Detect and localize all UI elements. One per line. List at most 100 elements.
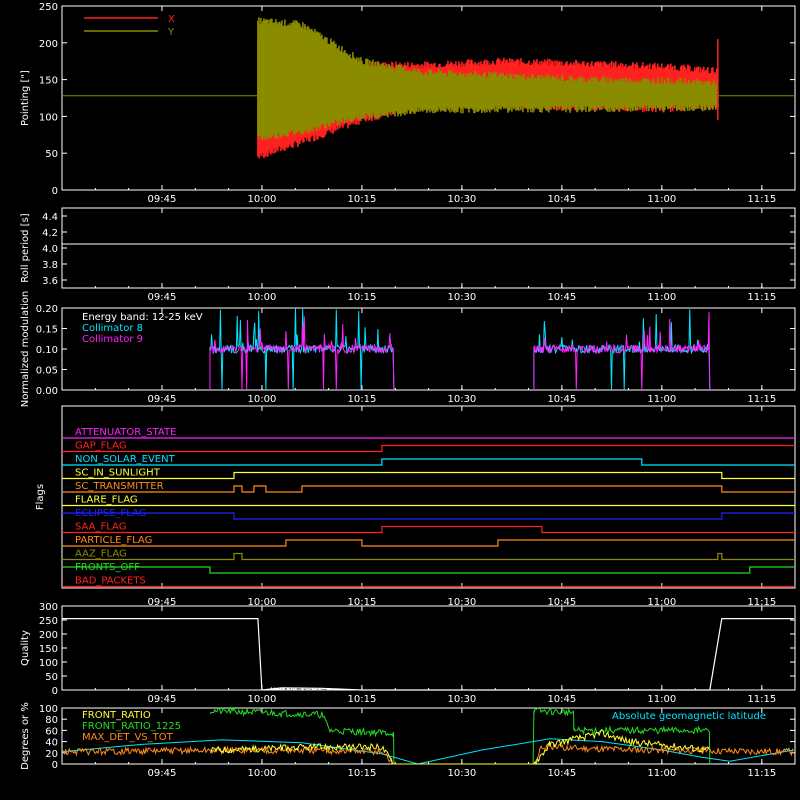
flag-trace [62,525,795,534]
y-tick-label: 50 [45,672,58,683]
y-tick-label: 100 [39,704,58,715]
y-tick-label: 0 [52,186,58,197]
time-tick-label: 11:00 [647,694,676,705]
time-tick-label: 10:45 [547,394,576,405]
legend-label: MAX_DET_VS_TOT [82,732,174,743]
time-tick-label: 11:15 [747,694,776,705]
y-axis-label: Normalized modulation [20,291,31,408]
y-tick-label: 60 [45,726,58,737]
y-tick-label: 40 [45,738,58,749]
time-tick-label: 10:45 [547,768,576,779]
y-tick-label: 4.4 [42,212,58,223]
time-tick-label: 10:30 [447,394,476,405]
time-tick-label: 10:00 [248,394,277,405]
y-tick-label: 0 [52,760,58,771]
y-tick-label: 80 [45,715,58,726]
time-tick-label: 10:15 [348,768,377,779]
y-tick-label: 150 [39,644,58,655]
pointing-panel: 09:45 10:00 10:15 10:30 10:45 11:00 11:15 0 50 10… [20,2,796,205]
flag-trace [62,471,795,480]
y-tick-label: 250 [39,2,58,13]
y-axis-label: Roll period [s] [20,213,31,282]
y-axis-label: Pointing ["] [20,70,31,126]
time-tick-label: 10:00 [248,194,277,205]
time-tick-label: 11:15 [747,768,776,779]
y-tick-label: 0.15 [36,325,58,336]
time-tick-label: 11:15 [747,292,776,303]
time-tick-label: 10:30 [447,768,476,779]
flag-label: NON_SOLAR_EVENT [75,454,176,465]
legend-label: X [168,14,175,25]
time-tick-label: 11:00 [647,194,676,205]
legend-label: Collimator 8 [82,323,143,334]
time-tick-label: 09:45 [148,394,177,405]
flag-label: ATTENUATOR_STATE [75,427,176,438]
y-tick-label: 4.2 [42,228,58,239]
flag-label: SC_TRANSMITTER [75,481,164,492]
legend-label: FRONT_RATIO [82,710,151,721]
time-tick-label: 10:45 [547,194,576,205]
flag-trace [62,552,795,561]
flag-label: GAP_FLAG [75,441,127,452]
flags-panel: 09:45 10:00 10:15 10:30 10:45 11:00 11:15Flags… [35,405,796,608]
roll-period-panel: 09:45 10:00 10:15 10:30 10:45 11:00 11:15 3.6 3.… [20,207,796,303]
time-tick-label: 09:45 [148,194,177,205]
time-tick-label: 10:00 [248,292,277,303]
legend-label: FRONT_RATIO_1225 [82,721,181,732]
time-tick-label: 10:30 [447,694,476,705]
time-tick-label: 10:00 [248,768,277,779]
time-tick-label: 10:15 [348,194,377,205]
time-tick-label: 09:45 [148,768,177,779]
time-tick-label: 10:30 [447,292,476,303]
collimator-8-line [209,307,395,391]
y-tick-label: 100 [39,658,58,669]
legend-label: Y [167,27,175,38]
flag-trace [62,485,795,493]
flag-trace [62,444,795,453]
y-tick-label: 4.0 [42,244,58,255]
flag-label: PARTICLE_FLAG [75,535,152,546]
y-tick-label: 150 [39,76,58,87]
time-tick-label: 10:45 [547,694,576,705]
time-tick-label: 10:00 [248,694,277,705]
y-tick-label: 0 [52,686,58,697]
time-tick-label: 11:15 [747,194,776,205]
y-tick-label: 3.8 [42,260,58,271]
y-tick-label: 0.20 [36,304,58,315]
y-tick-label: 100 [39,112,58,123]
time-tick-label: 10:15 [348,394,377,405]
legend-label: Absolute geomagnetic latitude [612,711,766,722]
y-tick-label: 0.05 [36,366,58,377]
y-tick-label: 50 [45,149,58,160]
quality-panel: 09:45 10:00 10:15 10:30 10:45 11:00 11:15 0 50 10… [20,602,796,705]
quality-line [62,618,794,691]
time-tick-label: 10:30 [447,194,476,205]
y-tick-label: 0.10 [36,345,58,356]
y-tick-label: 3.6 [42,276,58,287]
y-axis-label: Quality [20,630,31,666]
time-tick-label: 11:00 [647,394,676,405]
y-tick-label: 20 [45,749,58,760]
legend-label: Energy band: 12-25 keV [82,312,203,323]
time-tick-label: 11:15 [747,394,776,405]
legend-label: Collimator 9 [82,334,143,345]
y-tick-label: 300 [39,602,58,613]
y-tick-label: 250 [39,616,58,627]
flag-trace [62,566,795,574]
y-tick-label: 200 [39,39,58,50]
time-tick-label: 10:15 [348,292,377,303]
flag-label: SC_IN_SUNLIGHT [75,468,161,479]
degrees-panel: 09:45 10:00 10:15 10:30 10:45 11:00 11:15 02040… [20,702,796,779]
flag-label: BAD_PACKETS [75,576,146,587]
time-tick-label: 10:45 [547,292,576,303]
time-tick-label: 11:00 [647,292,676,303]
y-axis-label: Flags [35,484,46,510]
flag-label: SAA_FLAG [75,522,126,533]
flag-trace [62,539,795,547]
front-ratio-line [209,729,710,765]
modulation-panel: 09:45 10:00 10:15 10:30 10:45 11:00 11:15 0.00 0… [20,291,796,408]
time-tick-label: 09:45 [148,694,177,705]
y-tick-label: 200 [39,630,58,641]
y-axis-label: Degrees or % [20,702,31,770]
time-tick-label: 10:15 [348,694,377,705]
